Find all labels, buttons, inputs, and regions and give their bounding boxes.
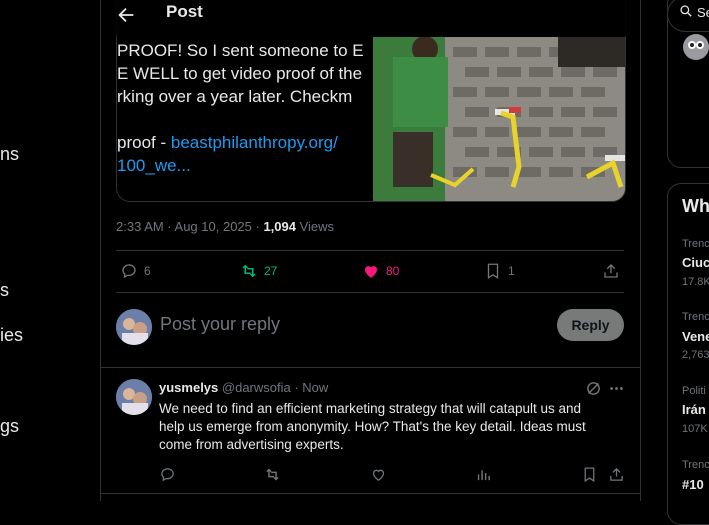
divider <box>116 292 624 293</box>
tweet-text: We need to find an efficient marketing s… <box>159 401 586 452</box>
trend-label: Trenc <box>682 459 709 471</box>
reply-action[interactable]: 6 <box>120 262 151 280</box>
card-line-1: PROOF! So I sent someone to E <box>117 41 364 60</box>
author-handle[interactable]: @darwsofia <box>222 380 291 395</box>
tweet-time[interactable]: Now <box>302 380 328 395</box>
trend-name[interactable]: Vene <box>682 329 709 344</box>
views-label: Views <box>295 219 335 234</box>
reply-button[interactable]: Reply <box>557 309 624 341</box>
divider <box>101 493 640 494</box>
bookmark-action[interactable]: 1 <box>484 262 515 280</box>
divider <box>101 367 640 368</box>
avatar[interactable] <box>116 379 152 415</box>
card-link-prefix: proof - <box>117 133 171 152</box>
trends-title: Wh <box>682 196 709 216</box>
like-count: 80 <box>386 264 400 278</box>
more-icon[interactable] <box>608 380 625 397</box>
bookmark-count: 1 <box>508 264 515 278</box>
trend-name[interactable]: Irán <box>682 402 706 417</box>
trend-count: 2,763 <box>682 349 709 361</box>
trend-name[interactable]: #10 <box>682 477 704 492</box>
page-title: Post <box>166 2 203 21</box>
divider <box>116 250 624 251</box>
views-icon[interactable] <box>475 466 492 483</box>
search-input[interactable]: Se <box>697 5 709 20</box>
time-separator: · <box>290 380 303 395</box>
photo-illustration <box>373 37 625 201</box>
reply-count: 6 <box>144 264 151 278</box>
post-detail-column: PROOF! So I sent someone to E E WELL to … <box>100 0 641 501</box>
trend-name[interactable]: Ciuc <box>682 255 709 270</box>
author-name[interactable]: yusmelys <box>159 380 218 395</box>
like-action[interactable]: 80 <box>362 262 399 280</box>
trend-label: Trenc <box>682 311 709 323</box>
reply-icon[interactable] <box>159 466 176 483</box>
repost-icon[interactable] <box>264 466 281 483</box>
share-icon <box>604 264 618 278</box>
card-line-2: E WELL to get video proof of the <box>117 64 363 83</box>
reply-icon <box>122 264 136 279</box>
nav-item-fragment-1[interactable]: ns <box>0 144 19 165</box>
arrow-left-icon[interactable] <box>115 4 137 26</box>
avatar[interactable] <box>116 309 152 345</box>
post-meta: 2:33 AM · Aug 10, 2025 · 1,094 Views <box>116 219 334 234</box>
avatar-image <box>688 41 704 49</box>
reply-input[interactable]: Post your reply <box>160 314 280 335</box>
card-link-continued[interactable]: 100_we... <box>117 156 191 175</box>
avatar[interactable] <box>683 34 709 60</box>
card-text: PROOF! So I sent someone to E E WELL to … <box>117 39 372 177</box>
tweet-action-bar <box>159 466 629 484</box>
nav-item-fragment-3[interactable]: ies <box>0 325 23 346</box>
trend-label: Politi <box>682 385 706 397</box>
post-header: Post <box>101 0 640 36</box>
repost-action[interactable]: 27 <box>240 262 277 280</box>
bookmark-icon[interactable] <box>581 466 598 483</box>
card-link-line: proof - beastphilanthropy.org/ <box>117 131 372 154</box>
card-photo[interactable] <box>373 37 625 201</box>
avatar-image <box>116 309 152 345</box>
views-count: 1,094 <box>263 219 296 234</box>
heart-filled-icon <box>365 266 377 278</box>
search-icon <box>680 5 692 17</box>
nav-item-fragment-4[interactable]: gs <box>0 416 19 437</box>
card-link[interactable]: beastphilanthropy.org/ <box>171 133 338 152</box>
nav-item-fragment-2[interactable]: s <box>0 280 9 301</box>
repost-count: 27 <box>264 264 278 278</box>
trend-count: 17.8K <box>682 276 709 288</box>
share-icon[interactable] <box>608 466 625 483</box>
heart-icon[interactable] <box>370 466 387 483</box>
avatar-image <box>116 379 152 415</box>
card-line-3: rking over a year later. Checkm <box>117 87 353 106</box>
trend-label: Trenc <box>682 238 709 250</box>
share-action[interactable] <box>602 262 620 280</box>
post-timestamp[interactable]: 2:33 AM · Aug 10, 2025 · <box>116 219 263 234</box>
bookmark-icon <box>487 263 499 280</box>
tweet-header: yusmelys @darwsofia · Now <box>159 380 328 395</box>
repost-icon <box>242 264 256 278</box>
trend-count: 107K <box>682 423 708 435</box>
grok-icon[interactable] <box>585 380 602 397</box>
post-action-bar: 6 27 80 1 <box>116 262 624 282</box>
